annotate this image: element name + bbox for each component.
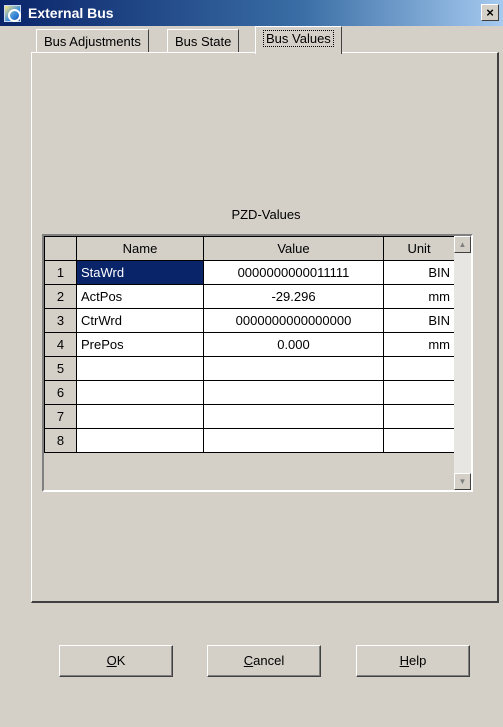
- table-row[interactable]: 3 CtrWrd 0000000000000000 BIN: [44, 308, 455, 333]
- name-cell[interactable]: StaWrd: [76, 260, 204, 285]
- unit-cell[interactable]: [383, 380, 455, 405]
- value-cell[interactable]: 0000000000011111: [203, 260, 384, 285]
- close-icon: ×: [486, 5, 494, 20]
- header-name[interactable]: Name: [76, 236, 204, 261]
- table-row[interactable]: 4 PrePos 0.000 mm: [44, 332, 455, 357]
- row-number[interactable]: 8: [44, 428, 77, 453]
- tab-bus-values[interactable]: Bus Values: [255, 26, 342, 54]
- table-row[interactable]: 7: [44, 404, 455, 429]
- table-header-row: Name Value Unit: [44, 236, 455, 261]
- unit-cell[interactable]: BIN: [383, 308, 455, 333]
- close-button[interactable]: ×: [481, 4, 499, 21]
- value-cell[interactable]: [203, 380, 384, 405]
- name-cell[interactable]: CtrWrd: [76, 308, 204, 333]
- cancel-mnemonic: C: [243, 653, 254, 668]
- row-number[interactable]: 1: [44, 260, 77, 285]
- tab-panel-bus-values: PZD-Values Name Value Unit 1 StaWrd 0000…: [31, 52, 499, 603]
- row-number[interactable]: 3: [44, 308, 77, 333]
- row-number[interactable]: 7: [44, 404, 77, 429]
- unit-cell[interactable]: mm: [383, 332, 455, 357]
- row-number[interactable]: 6: [44, 380, 77, 405]
- name-cell[interactable]: [76, 404, 204, 429]
- table-row[interactable]: 1 StaWrd 0000000000011111 BIN: [44, 260, 455, 285]
- vertical-scrollbar[interactable]: ▲ ▼: [454, 236, 471, 490]
- table-row[interactable]: 6: [44, 380, 455, 405]
- unit-cell[interactable]: [383, 428, 455, 453]
- name-cell[interactable]: [76, 356, 204, 381]
- table-row[interactable]: 5: [44, 356, 455, 381]
- value-cell[interactable]: 0000000000000000: [203, 308, 384, 333]
- help-button[interactable]: Help: [356, 645, 470, 677]
- scroll-down-button[interactable]: ▼: [454, 473, 471, 490]
- scroll-up-arrow-icon: ▲: [458, 240, 467, 249]
- help-mnemonic: H: [399, 653, 410, 668]
- tab-label: Bus State: [175, 34, 232, 49]
- pzd-values-label: PZD-Values: [231, 207, 301, 222]
- unit-cell[interactable]: mm: [383, 284, 455, 309]
- tab-bus-state[interactable]: Bus State: [167, 29, 240, 54]
- tab-bus-adjustments[interactable]: Bus Adjustments: [36, 29, 149, 54]
- ok-label: K: [116, 653, 126, 668]
- name-cell[interactable]: PrePos: [76, 332, 204, 357]
- row-number[interactable]: 2: [44, 284, 77, 309]
- app-icon: [4, 5, 21, 22]
- scroll-up-button[interactable]: ▲: [454, 236, 471, 253]
- cancel-label: ancel: [253, 653, 285, 668]
- value-cell[interactable]: [203, 428, 384, 453]
- header-value[interactable]: Value: [203, 236, 384, 261]
- unit-cell[interactable]: [383, 356, 455, 381]
- row-number[interactable]: 4: [44, 332, 77, 357]
- name-cell[interactable]: ActPos: [76, 284, 204, 309]
- ok-button[interactable]: OK: [59, 645, 173, 677]
- title-bar: External Bus ×: [0, 0, 503, 26]
- unit-cell[interactable]: [383, 404, 455, 429]
- row-number[interactable]: 5: [44, 356, 77, 381]
- ok-mnemonic: O: [106, 653, 117, 668]
- header-unit[interactable]: Unit: [383, 236, 455, 261]
- value-cell[interactable]: -29.296: [203, 284, 384, 309]
- tab-label: Bus Values: [263, 30, 334, 47]
- help-label: elp: [409, 653, 427, 668]
- cancel-button[interactable]: Cancel: [207, 645, 321, 677]
- value-cell[interactable]: 0.000: [203, 332, 384, 357]
- pzd-values-table: Name Value Unit 1 StaWrd 000000000001111…: [44, 236, 455, 453]
- header-corner: [44, 236, 77, 261]
- window-title: External Bus: [28, 5, 114, 21]
- table-row[interactable]: 2 ActPos -29.296 mm: [44, 284, 455, 309]
- unit-cell[interactable]: BIN: [383, 260, 455, 285]
- value-cell[interactable]: [203, 356, 384, 381]
- pzd-values-grid[interactable]: Name Value Unit 1 StaWrd 000000000001111…: [42, 234, 473, 492]
- tab-label: Bus Adjustments: [44, 34, 141, 49]
- name-cell[interactable]: [76, 380, 204, 405]
- value-cell[interactable]: [203, 404, 384, 429]
- scroll-down-arrow-icon: ▼: [458, 477, 467, 486]
- table-row[interactable]: 8: [44, 428, 455, 453]
- name-cell[interactable]: [76, 428, 204, 453]
